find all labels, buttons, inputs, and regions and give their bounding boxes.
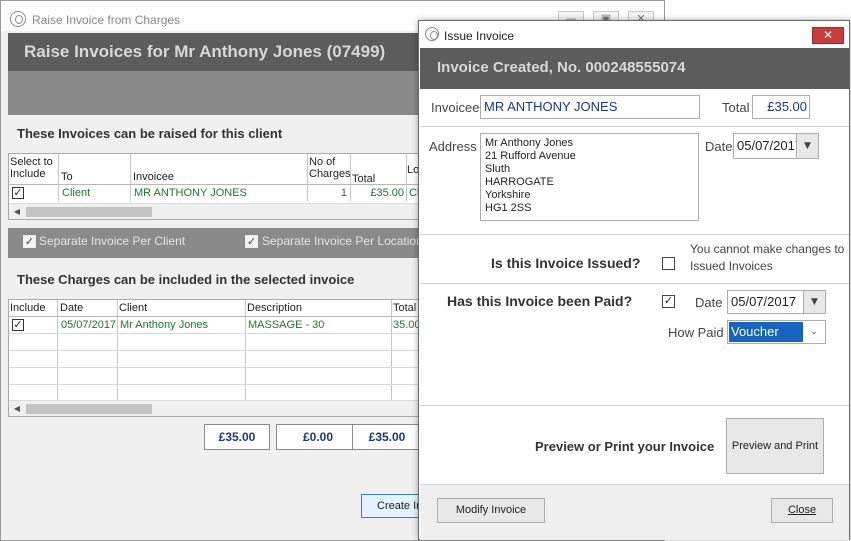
paid-date-value: 05/07/2017 — [731, 294, 797, 309]
header-divider — [9, 184, 427, 185]
issue-invoice-dialog: Issue Invoice ✕ Invoice Created, No. 000… — [418, 20, 850, 540]
preview-label: Preview or Print your Invoice — [535, 439, 715, 454]
charges-grid[interactable]: Include Date Client Description Total ✓ … — [8, 299, 428, 417]
column-header-invoicee[interactable]: Invoicee — [133, 171, 174, 183]
dialog-title: Issue Invoice — [444, 29, 515, 43]
row-to: Client — [62, 187, 91, 199]
row-charges: 1 — [340, 187, 347, 199]
row-divider — [9, 384, 427, 385]
issued-note: You cannot make changes to Issued Invoic… — [690, 242, 845, 273]
row-divider — [9, 333, 427, 334]
address-line: HARROGATE — [485, 176, 554, 188]
charges-section-label: These Charges can be included in the sel… — [17, 272, 355, 287]
column-header-charges[interactable]: No of Charges — [309, 156, 353, 180]
dialog-header: Invoice Created, No. 000248555074 — [420, 48, 849, 89]
horizontal-scrollbar[interactable]: ◀ — [9, 203, 427, 219]
checkmark-icon[interactable]: ✓ — [23, 235, 36, 248]
divider — [420, 283, 849, 284]
column-header-select[interactable]: Select to Include — [10, 156, 58, 180]
row-total: 35.00 — [393, 319, 421, 331]
column-header-description[interactable]: Description — [247, 302, 302, 314]
column-divider — [58, 154, 59, 201]
column-header-to[interactable]: To — [61, 171, 73, 183]
scroll-left-icon[interactable]: ◀ — [12, 207, 22, 217]
checkmark-icon[interactable]: ✓ — [12, 187, 24, 199]
column-header-date[interactable]: Date — [60, 302, 83, 314]
app-logo-icon — [425, 27, 439, 41]
total-box: £35.00 — [352, 424, 422, 450]
total-field[interactable]: £35.00 — [752, 95, 810, 119]
scroll-thumb[interactable] — [26, 207, 152, 217]
chevron-down-icon[interactable]: ⌄ — [803, 321, 825, 343]
divider — [420, 405, 849, 406]
how-paid-label: How Paid — [668, 325, 724, 340]
column-divider — [406, 154, 407, 201]
invoices-grid[interactable]: Select to Include To Invoicee No of Char… — [8, 153, 428, 220]
row-date: 05/07/2017 — [61, 319, 117, 331]
chevron-down-icon[interactable]: ▼ — [796, 134, 818, 158]
divider — [420, 126, 849, 127]
window-title: Raise Invoice from Charges — [32, 13, 181, 27]
address-line: HG1 2SS — [485, 202, 532, 214]
checkmark-icon[interactable]: ✓ — [12, 319, 24, 331]
column-divider — [350, 154, 351, 201]
horizontal-scrollbar[interactable]: ◀ — [9, 400, 427, 416]
checkmark-icon[interactable]: ✓ — [245, 235, 258, 248]
how-paid-value: Voucher — [729, 322, 805, 342]
total-label: Total — [722, 100, 750, 115]
invoicee-field[interactable]: MR ANTHONY JONES — [480, 95, 700, 119]
separate-client-option[interactable]: Separate Invoice Per Client — [39, 234, 185, 248]
divider — [420, 234, 849, 235]
issued-checkbox[interactable] — [662, 257, 675, 270]
row-client: Mr Anthony Jones — [120, 319, 209, 331]
row-total: £35.00 — [370, 187, 404, 199]
invoice-date-picker[interactable]: 05/07/2017 ▼ — [733, 133, 819, 159]
dialog-footer: Modify Invoice Close — [420, 484, 849, 540]
invoice-date-value: 05/07/2017 — [737, 138, 803, 153]
address-label: Address — [429, 139, 477, 154]
column-header-include[interactable]: Include — [10, 302, 45, 314]
paid-date-picker[interactable]: 05/07/2017 ▼ — [727, 290, 826, 314]
issued-question: Is this Invoice Issued? — [491, 255, 641, 271]
scroll-left-icon[interactable]: ◀ — [12, 404, 22, 414]
page-title: Raise Invoices for Mr Anthony Jones (074… — [24, 42, 386, 61]
address-line: Yorkshire — [485, 189, 531, 201]
address-field[interactable]: Mr Anthony Jones 21 Rufford Avenue Sluth… — [480, 133, 699, 221]
total-box: £0.00 — [276, 424, 360, 450]
invoice-created-title: Invoice Created, No. 000248555074 — [437, 59, 686, 76]
address-line: Sluth — [485, 163, 511, 175]
close-icon[interactable]: ✕ — [812, 27, 844, 44]
address-line: Mr Anthony Jones — [485, 137, 574, 149]
separate-location-option[interactable]: Separate Invoice Per Location — [262, 234, 423, 248]
column-divider — [307, 154, 308, 201]
row-invoicee: MR ANTHONY JONES — [134, 187, 247, 199]
scroll-thumb[interactable] — [26, 404, 152, 414]
paid-checkbox[interactable]: ✓ — [662, 295, 675, 308]
app-logo-icon — [10, 11, 26, 27]
modify-invoice-button[interactable]: Modify Invoice — [437, 498, 545, 523]
address-line: 21 Rufford Avenue — [485, 150, 576, 162]
column-divider — [130, 154, 131, 201]
close-dialog-button[interactable]: Close — [771, 498, 833, 523]
paid-date-label: Date — [695, 295, 723, 310]
column-header-total[interactable]: Total — [393, 302, 416, 314]
row-divider — [9, 350, 427, 351]
invoices-section-label: These Invoices can be raised for this cl… — [17, 126, 283, 141]
paid-question: Has this Invoice been Paid? — [447, 293, 633, 309]
dialog-title-bar: Issue Invoice ✕ — [419, 21, 849, 48]
header-divider — [9, 316, 427, 317]
invoicee-label: Invoicee — [431, 100, 480, 115]
row-description: MASSAGE - 30 — [248, 319, 325, 331]
total-box: £35.00 — [204, 424, 270, 450]
preview-print-button[interactable]: Preview and Print — [726, 418, 824, 474]
date-label: Date — [705, 139, 733, 154]
how-paid-select[interactable]: Voucher ⌄ — [727, 320, 826, 344]
chevron-down-icon[interactable]: ▼ — [803, 291, 825, 313]
row-divider — [9, 367, 427, 368]
column-header-client[interactable]: Client — [119, 302, 147, 314]
